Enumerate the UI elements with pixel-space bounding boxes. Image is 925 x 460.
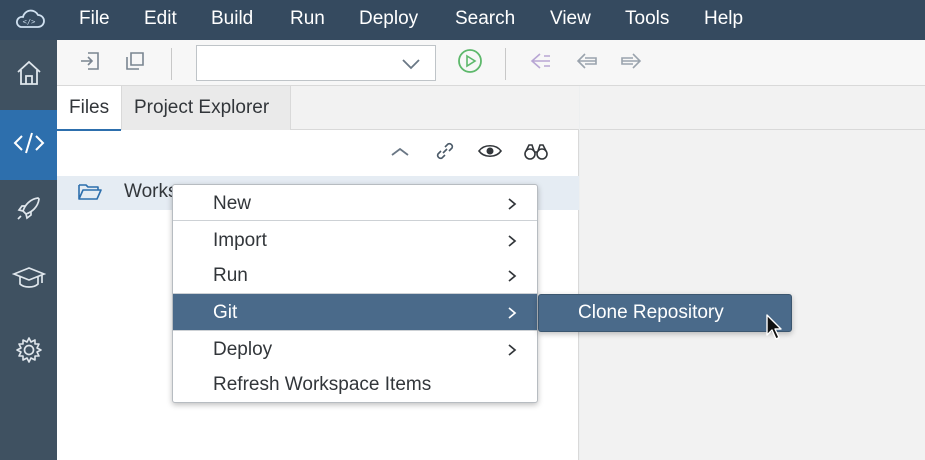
menu-tools[interactable]: Tools [625, 0, 669, 40]
side-rail [0, 40, 57, 460]
folder-open-icon [77, 182, 103, 207]
mouse-pointer-icon [765, 313, 783, 346]
rail-settings-button[interactable] [0, 317, 57, 387]
link-with-editor-button[interactable] [431, 140, 459, 166]
toolbar-separator [505, 48, 506, 80]
chevron-up-icon [389, 144, 411, 163]
toolbar-separator [171, 48, 172, 80]
tab-project-explorer[interactable]: Project Explorer [121, 86, 291, 130]
run-configuration-select[interactable] [196, 45, 436, 81]
editor-area [580, 86, 925, 460]
context-menu-item-label: New [213, 193, 252, 214]
context-menu: New Import Run Git Deploy Refresh Worksp… [172, 184, 538, 403]
chevron-right-icon [507, 267, 517, 289]
import-button[interactable] [77, 50, 103, 76]
rail-learning-button[interactable] [0, 245, 57, 315]
rocket-icon [14, 193, 44, 228]
copy-icon [123, 49, 147, 78]
tree-item-label: Works [124, 181, 178, 202]
menu-deploy[interactable]: Deploy [359, 0, 418, 40]
arrow-right-icon [618, 50, 644, 77]
context-menu-item-run[interactable]: Run [173, 257, 537, 293]
rail-code-button[interactable] [0, 110, 57, 180]
context-menu-item-git[interactable]: Git [173, 294, 537, 330]
play-icon [457, 48, 483, 79]
context-menu-item-label: Deploy [213, 339, 273, 360]
tab-files[interactable]: Files [57, 86, 121, 131]
context-menu-item-label: Run [213, 265, 248, 286]
git-submenu: Clone Repository [538, 294, 792, 332]
collapse-all-button[interactable] [386, 140, 414, 166]
run-button[interactable] [457, 48, 483, 79]
cloud-logo-icon[interactable]: </> [12, 8, 46, 32]
context-menu-item-import[interactable]: Import [173, 222, 537, 258]
back-to-edit-icon [528, 50, 554, 77]
menu-file[interactable]: File [79, 0, 110, 40]
menu-bar: </> File Edit Build Run Deploy Search Vi… [0, 0, 925, 40]
chevron-down-icon [401, 57, 421, 75]
link-icon [433, 139, 457, 168]
arrow-left-icon [574, 50, 600, 77]
search-files-button[interactable] [522, 140, 550, 166]
files-pane-tools [57, 130, 579, 176]
rail-home-button[interactable] [0, 40, 57, 110]
pane-tabs: Files Project Explorer [57, 86, 579, 131]
back-button[interactable] [574, 50, 600, 76]
context-menu-item-new[interactable]: New [173, 185, 537, 221]
import-icon [78, 49, 102, 78]
gear-icon [14, 335, 44, 370]
editor-tab-strip [580, 86, 925, 130]
submenu-item-clone-repository[interactable]: Clone Repository [539, 295, 791, 331]
menu-build[interactable]: Build [211, 0, 253, 40]
context-menu-item-deploy[interactable]: Deploy [173, 331, 537, 367]
forward-button[interactable] [618, 50, 644, 76]
home-icon [14, 58, 44, 93]
rail-deploy-button[interactable] [0, 175, 57, 245]
chevron-right-icon [507, 195, 517, 217]
context-menu-item-label: Refresh Workspace Items [213, 374, 432, 395]
code-icon [12, 130, 46, 161]
context-menu-item-label: Git [213, 302, 238, 323]
copy-button[interactable] [122, 50, 148, 76]
menu-search[interactable]: Search [455, 0, 515, 40]
menu-run[interactable]: Run [290, 0, 325, 40]
graduation-cap-icon [11, 264, 46, 297]
toolbar [57, 40, 925, 86]
submenu-item-label: Clone Repository [578, 302, 724, 323]
eye-icon [477, 141, 503, 166]
menu-help[interactable]: Help [704, 0, 743, 40]
show-hidden-files-button[interactable] [476, 140, 504, 166]
context-menu-item-refresh[interactable]: Refresh Workspace Items [173, 366, 537, 402]
binoculars-icon [522, 141, 550, 166]
menu-edit[interactable]: Edit [144, 0, 177, 40]
svg-text:</>: </> [23, 18, 36, 26]
chevron-right-icon [507, 341, 517, 363]
chevron-right-icon [507, 232, 517, 254]
last-edit-button[interactable] [528, 50, 554, 76]
menu-separator [173, 220, 537, 221]
menu-view[interactable]: View [550, 0, 591, 40]
context-menu-item-label: Import [213, 230, 267, 251]
chevron-right-icon [507, 304, 517, 326]
